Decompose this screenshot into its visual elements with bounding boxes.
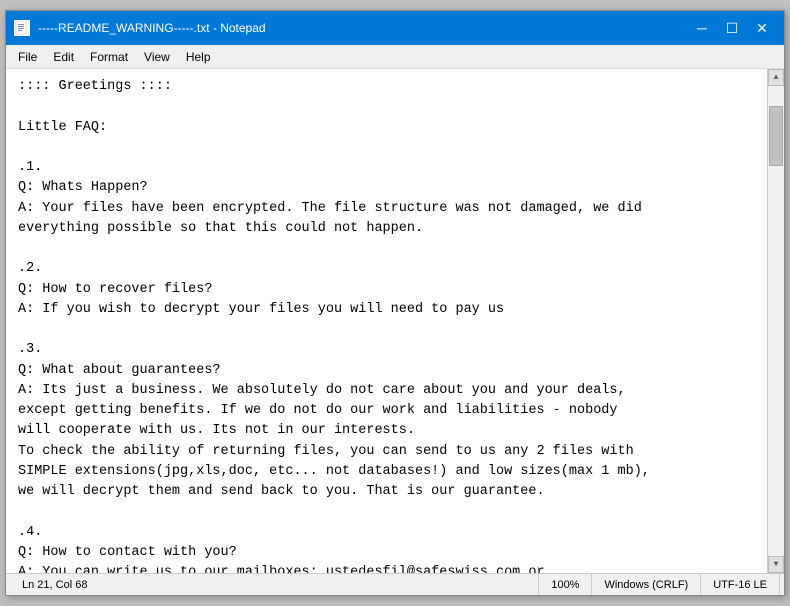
- scroll-thumb[interactable]: [769, 106, 783, 166]
- close-button[interactable]: ✕: [748, 17, 776, 39]
- title-bar: -----README_WARNING-----.txt - Notepad ─…: [6, 11, 784, 45]
- title-bar-left: -----README_WARNING-----.txt - Notepad: [14, 20, 266, 36]
- menu-edit[interactable]: Edit: [45, 48, 82, 66]
- scroll-down-button[interactable]: ▼: [768, 556, 784, 573]
- content-area: ▲ ▼: [6, 69, 784, 573]
- cursor-position: Ln 21, Col 68: [10, 574, 539, 595]
- menu-view[interactable]: View: [136, 48, 178, 66]
- maximize-button[interactable]: ☐: [718, 17, 746, 39]
- text-editor[interactable]: [6, 69, 767, 573]
- minimize-button[interactable]: ─: [688, 17, 716, 39]
- title-bar-controls: ─ ☐ ✕: [688, 17, 776, 39]
- menu-help[interactable]: Help: [178, 48, 219, 66]
- notepad-icon: [14, 20, 30, 36]
- menu-bar: File Edit Format View Help: [6, 45, 784, 69]
- vertical-scrollbar[interactable]: ▲ ▼: [767, 69, 784, 573]
- menu-file[interactable]: File: [10, 48, 45, 66]
- menu-format[interactable]: Format: [82, 48, 136, 66]
- scroll-track[interactable]: [768, 86, 784, 556]
- zoom-level: 100%: [539, 574, 592, 595]
- scroll-up-button[interactable]: ▲: [768, 69, 784, 86]
- encoding: UTF-16 LE: [701, 574, 780, 595]
- window-title: -----README_WARNING-----.txt - Notepad: [38, 21, 266, 35]
- line-ending: Windows (CRLF): [592, 574, 701, 595]
- notepad-window: -----README_WARNING-----.txt - Notepad ─…: [5, 10, 785, 596]
- status-bar: Ln 21, Col 68 100% Windows (CRLF) UTF-16…: [6, 573, 784, 595]
